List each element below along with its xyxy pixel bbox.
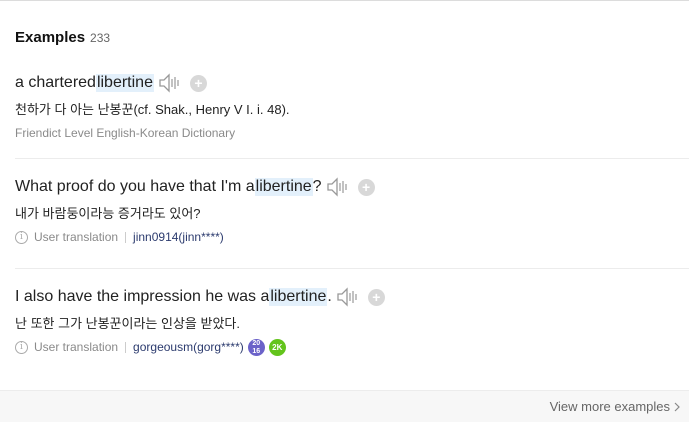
sentence-text: I also have the impression he was a (15, 288, 270, 305)
example-translation: 천하가 다 아는 난봉꾼(cf. Shak., Henry V I. i. 48… (15, 102, 290, 117)
source-label: User translation (34, 340, 119, 354)
separator (125, 341, 127, 353)
sentence-text: What proof do you have that I'm a (15, 178, 255, 195)
example-meta: i User translation gorgeousm(gorg****) 2… (15, 338, 689, 356)
example-item: I also have the impression he was a libe… (15, 286, 689, 356)
example-count: 233 (90, 31, 111, 45)
top-border (0, 0, 689, 1)
highlighted-word[interactable]: libertine (269, 288, 328, 306)
badge-year-top: 20 (252, 339, 261, 347)
example-meta: Friendict Level English-Korean Dictionar… (15, 125, 689, 141)
source-link[interactable]: Friendict Level English-Korean Dictionar… (15, 126, 235, 140)
divider (15, 158, 689, 159)
source-label: User translation (34, 230, 119, 244)
level-badge: 2K (268, 338, 286, 356)
example-item: What proof do you have that I'm a libert… (15, 176, 689, 245)
speaker-icon[interactable] (158, 73, 182, 93)
example-translation: 난 또한 그가 난봉꾼이라는 인상을 받았다. (15, 316, 240, 331)
footer: View more examples (0, 390, 689, 422)
speaker-icon[interactable] (336, 287, 360, 307)
add-to-wordbook-button[interactable]: + (357, 178, 375, 196)
info-icon[interactable]: i (15, 230, 28, 244)
badge-year-bottom: 16 (252, 347, 261, 355)
example-meta: i User translation jinn0914(jinn****) (15, 229, 689, 245)
example-sentence: a chartered libertine + (15, 72, 689, 94)
view-more-examples-link[interactable]: View more examples (550, 399, 680, 414)
chevron-right-icon (674, 402, 680, 411)
example-sentence: What proof do you have that I'm a libert… (15, 176, 689, 198)
section-header: Examples 233 (15, 29, 110, 46)
user-link[interactable]: gorgeousm(gorg****) (133, 340, 244, 354)
example-sentence: I also have the impression he was a libe… (15, 286, 689, 308)
separator (125, 231, 127, 243)
sentence-text: ? (312, 178, 322, 195)
highlighted-word[interactable]: libertine (254, 178, 313, 196)
section-title: Examples (15, 29, 86, 46)
highlighted-word[interactable]: libertine (95, 74, 154, 92)
year-badge: 20 16 (247, 338, 265, 356)
user-link[interactable]: jinn0914(jinn****) (133, 230, 224, 244)
example-item: a chartered libertine + 천하가 다 아는 난봉꾼(cf.… (15, 72, 689, 141)
speaker-icon[interactable] (326, 177, 350, 197)
info-icon[interactable]: i (15, 340, 28, 354)
add-to-wordbook-button[interactable]: + (367, 288, 385, 306)
divider (15, 268, 689, 269)
sentence-text: . (327, 288, 332, 305)
view-more-label: View more examples (549, 399, 670, 414)
add-to-wordbook-button[interactable]: + (189, 74, 207, 92)
sentence-text: a chartered (15, 74, 96, 91)
example-translation: 내가 바람둥이라능 증거라도 있어? (15, 206, 201, 221)
